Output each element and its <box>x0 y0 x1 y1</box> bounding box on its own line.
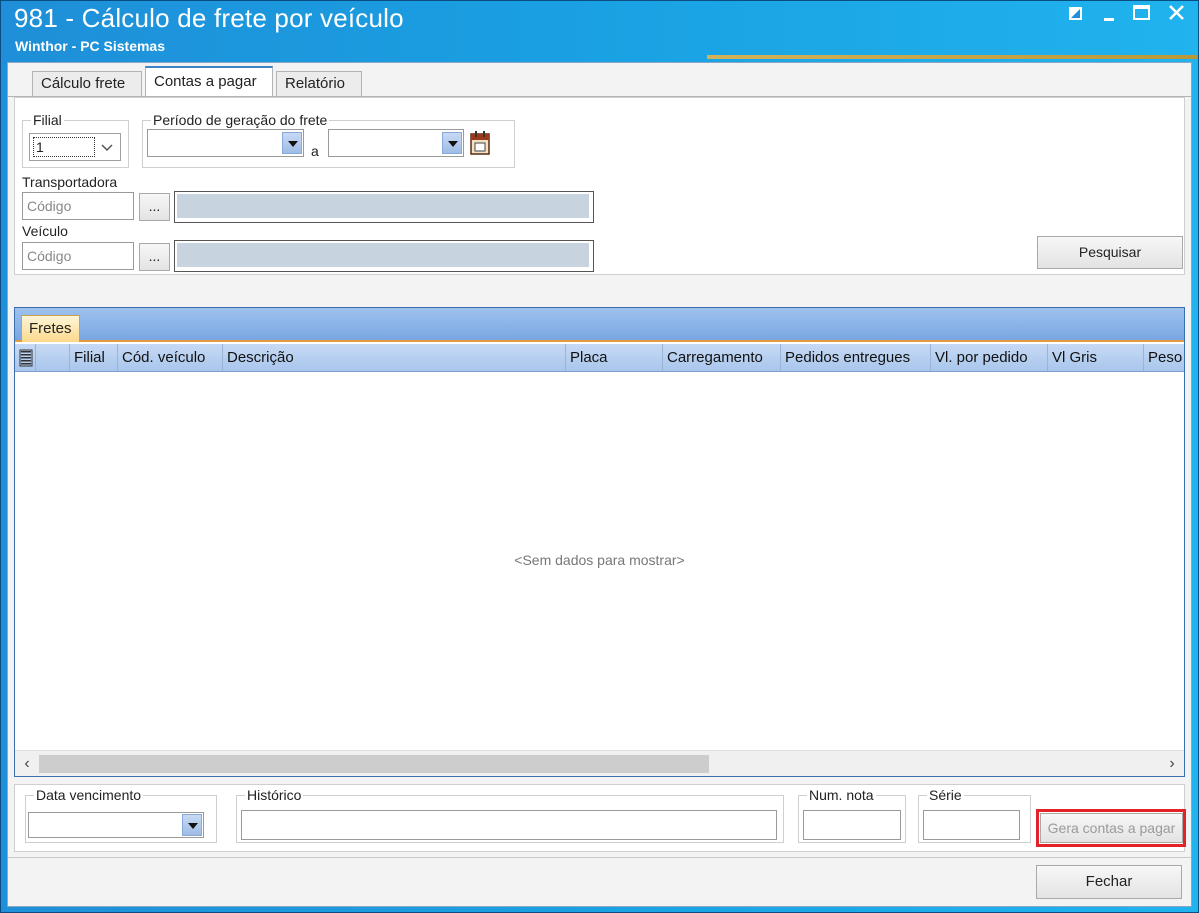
column-cod-veiculo[interactable]: Cód. veículo <box>118 344 223 371</box>
veiculo-description <box>177 243 589 267</box>
dropdown-arrow-icon[interactable] <box>182 814 202 836</box>
transportadora-lookup-button[interactable]: ... <box>139 193 170 221</box>
filial-group: Filial 1 <box>22 112 129 168</box>
periodo-separator: a <box>311 143 319 159</box>
filial-select[interactable]: 1 <box>29 133 121 161</box>
filter-panel: Filial 1 Período de geração do frete a T… <box>14 97 1185 275</box>
horizontal-scrollbar[interactable]: ‹ › <box>15 750 1184 776</box>
column-vl-gris[interactable]: Vl Gris <box>1048 344 1144 371</box>
column-spacer <box>36 344 70 371</box>
close-icon[interactable] <box>1165 3 1191 25</box>
grid-header: Filial Cód. veículo Descrição Placa Carr… <box>15 344 1184 372</box>
tab-relatorio[interactable]: Relatório <box>276 71 362 97</box>
periodo-group: Período de geração do frete a <box>142 112 515 168</box>
client-area: Cálculo frete Contas a pagar Relatório F… <box>7 62 1192 907</box>
num-nota-group: Num. nota <box>798 787 906 843</box>
periodo-label: Período de geração do frete <box>151 112 330 128</box>
due-date-label: Data vencimento <box>34 787 144 803</box>
column-carregamento[interactable]: Carregamento <box>663 344 781 371</box>
title-accent-bar <box>707 55 1197 59</box>
veiculo-label: Veículo <box>22 223 68 239</box>
scrollbar-thumb[interactable] <box>39 755 709 773</box>
fretes-grid: Fretes Filial Cód. veículo Descrição Pla… <box>14 307 1185 777</box>
serie-group: Série <box>918 787 1031 843</box>
transportadora-code-input[interactable] <box>22 192 134 220</box>
app-window: 981 - Cálculo de frete por veículo Winth… <box>0 0 1199 913</box>
title-bar[interactable]: 981 - Cálculo de frete por veículo Winth… <box>1 1 1198 61</box>
transportadora-description <box>177 194 589 218</box>
periodo-start-date[interactable] <box>147 129 304 157</box>
num-nota-input[interactable] <box>803 810 901 840</box>
tab-calculo-frete[interactable]: Cálculo frete <box>32 71 142 97</box>
column-placa[interactable]: Placa <box>566 344 663 371</box>
filial-value: 1 <box>33 137 95 157</box>
column-pedidos-entregues[interactable]: Pedidos entregues <box>781 344 931 371</box>
tab-fretes[interactable]: Fretes <box>21 315 80 342</box>
footer-separator <box>8 857 1191 858</box>
num-nota-label: Num. nota <box>807 787 876 803</box>
historico-input[interactable] <box>241 810 777 840</box>
dropdown-arrow-icon[interactable] <box>282 132 302 154</box>
due-date-input[interactable] <box>28 812 204 838</box>
grid-tabstrip: Fretes <box>15 308 1184 342</box>
column-vl-por-pedido[interactable]: Vl. por pedido <box>931 344 1048 371</box>
fechar-button[interactable]: Fechar <box>1036 865 1182 899</box>
payment-panel: Data vencimento Histórico Num. nota Séri… <box>14 784 1186 852</box>
periodo-end-date[interactable] <box>328 129 464 157</box>
column-filial[interactable]: Filial <box>70 344 118 371</box>
chevron-down-icon[interactable] <box>97 137 117 157</box>
restore-icon[interactable] <box>1063 3 1089 25</box>
filial-label: Filial <box>31 112 64 128</box>
transportadora-description-field <box>174 191 594 223</box>
grid-empty-message: <Sem dados para mostrar> <box>514 552 685 568</box>
due-date-group: Data vencimento <box>25 787 217 843</box>
transportadora-label: Transportadora <box>22 174 118 190</box>
scroll-right-icon[interactable]: › <box>1163 754 1181 774</box>
gera-contas-a-pagar-button[interactable]: Gera contas a pagar <box>1040 813 1183 843</box>
column-chooser-icon[interactable] <box>16 344 36 371</box>
column-peso[interactable]: Peso <box>1144 344 1184 371</box>
calendar-icon[interactable] <box>468 130 492 156</box>
historico-label: Histórico <box>245 787 304 803</box>
tab-contas-a-pagar[interactable]: Contas a pagar <box>145 66 273 97</box>
window-subtitle: Winthor - PC Sistemas <box>15 38 166 54</box>
tab-bar: Cálculo frete Contas a pagar Relatório <box>8 63 1191 97</box>
minimize-icon[interactable] <box>1097 3 1123 25</box>
veiculo-code-input[interactable] <box>22 242 134 270</box>
scroll-left-icon[interactable]: ‹ <box>18 754 36 774</box>
veiculo-lookup-button[interactable]: ... <box>139 243 170 271</box>
historico-group: Histórico <box>236 787 784 843</box>
veiculo-description-field <box>174 240 594 272</box>
serie-input[interactable] <box>923 810 1020 840</box>
serie-label: Série <box>927 787 964 803</box>
column-descricao[interactable]: Descrição <box>223 344 566 371</box>
window-title: 981 - Cálculo de frete por veículo <box>14 3 404 33</box>
dropdown-arrow-icon[interactable] <box>442 132 462 154</box>
maximize-icon[interactable] <box>1129 3 1155 25</box>
pesquisar-button[interactable]: Pesquisar <box>1037 236 1183 269</box>
